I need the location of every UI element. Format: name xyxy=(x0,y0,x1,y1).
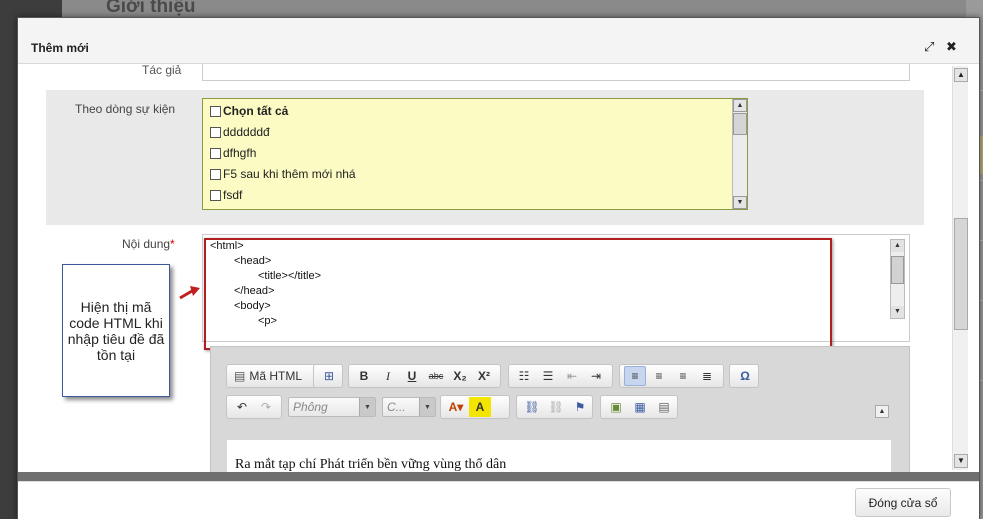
html-source-button[interactable]: ▤ Mã HTML xyxy=(231,366,305,386)
scroll-thumb[interactable] xyxy=(891,256,904,284)
event-item-label: F5 sau khi thêm mới nhá xyxy=(223,167,356,181)
outdent-icon[interactable]: ⇤ xyxy=(561,366,583,386)
toolbar-group-history: ↶ ↷ xyxy=(226,395,282,419)
font-select[interactable]: Phông ▼ xyxy=(288,397,376,417)
scroll-down-icon[interactable]: ▼ xyxy=(954,454,968,468)
toolbar-group-special: Ω xyxy=(729,364,759,388)
subscript-button[interactable]: X₂ xyxy=(449,366,471,386)
scroll-up-icon[interactable]: ▲ xyxy=(954,68,968,82)
events-label: Theo dòng sự kiện xyxy=(75,102,176,116)
size-select-value: C... xyxy=(387,400,406,414)
toolbar-group-align: ≡ ≡ ≡ ≣ xyxy=(619,364,724,388)
scroll-up-icon[interactable]: ▲ xyxy=(733,99,747,112)
event-item[interactable]: ddddddđ xyxy=(210,125,270,139)
add-new-dialog: Thêm mới ⤢ ✖ Tác giả Theo dòng sự kiện C… xyxy=(17,17,980,519)
checkbox[interactable] xyxy=(210,168,221,180)
event-item[interactable]: F5 sau khi thêm mới nhá xyxy=(210,167,356,181)
chevron-down-icon[interactable]: ▼ xyxy=(419,398,435,416)
event-item-select-all[interactable]: Chọn tất cả xyxy=(210,104,288,118)
dialog-body: Tác giả Theo dòng sự kiện Chọn tất cả dd… xyxy=(18,64,979,472)
undo-icon[interactable]: ↶ xyxy=(231,397,253,417)
horizontal-rule-icon[interactable]: ▤ xyxy=(653,397,675,417)
dialog-scrollbar[interactable]: ▲ ▼ xyxy=(952,66,968,470)
link-icon[interactable]: ⛓ xyxy=(521,397,543,417)
event-item-label: fsdf xyxy=(223,188,243,202)
content-label: Nội dung* xyxy=(122,237,175,251)
event-item[interactable]: dfhgfh xyxy=(210,146,256,160)
align-left-icon[interactable]: ≡ xyxy=(624,366,646,386)
align-right-icon[interactable]: ≡ xyxy=(672,366,694,386)
event-item-label: ddddddđ xyxy=(223,125,270,139)
superscript-button[interactable]: X² xyxy=(473,366,495,386)
image-icon[interactable]: ▣ xyxy=(605,397,627,417)
numbered-list-icon[interactable]: ☷ xyxy=(513,366,535,386)
scroll-down-icon[interactable]: ▼ xyxy=(733,196,747,209)
bulleted-list-icon[interactable]: ☰ xyxy=(537,366,559,386)
strikethrough-button[interactable]: abc xyxy=(425,366,447,386)
scroll-up-icon[interactable]: ▲ xyxy=(891,240,904,252)
close-window-button[interactable]: Đóng cửa sổ xyxy=(855,488,951,517)
checkbox[interactable] xyxy=(210,126,221,138)
align-center-icon[interactable]: ≡ xyxy=(648,366,670,386)
toolbar-group-insert: ▣ ▦ ▤ xyxy=(600,395,678,419)
indent-icon[interactable]: ⇥ xyxy=(585,366,607,386)
toolbar-group-lists: ☷ ☰ ⇤ ⇥ xyxy=(508,364,613,388)
redo-icon[interactable]: ↷ xyxy=(255,397,277,417)
annotation-callout: Hiện thị mã code HTML khi nhập tiêu đề đ… xyxy=(62,264,170,397)
editor-content-area[interactable]: Ra mắt tạp chí Phát triển bền vững vùng … xyxy=(227,440,891,472)
overlay-band xyxy=(18,472,979,481)
text-color-icon[interactable]: A▾ xyxy=(445,397,467,417)
events-checkbox-list: Chọn tất cả ddddddđ dfhgfh F5 sau khi th… xyxy=(202,98,748,210)
source-scrollbar[interactable]: ▲ ▼ xyxy=(890,239,905,319)
anchor-flag-icon[interactable]: ⚑ xyxy=(569,397,591,417)
checkbox[interactable] xyxy=(210,147,221,159)
show-blocks-icon[interactable]: ⊞ xyxy=(318,366,340,386)
italic-button[interactable]: I xyxy=(377,366,399,386)
arrow-icon xyxy=(179,286,200,300)
editor-content-text: Ra mắt tạp chí Phát triển bền vững vùng … xyxy=(235,457,507,472)
maximize-icon[interactable]: ⤢ xyxy=(924,40,934,54)
close-icon[interactable]: ✖ xyxy=(946,40,957,54)
event-item-label: Chọn tất cả xyxy=(223,104,289,118)
scroll-down-icon[interactable]: ▼ xyxy=(891,306,904,318)
justify-icon[interactable]: ≣ xyxy=(696,366,718,386)
dialog-footer: Đóng cửa sổ xyxy=(18,481,979,519)
special-char-button[interactable]: Ω xyxy=(734,366,756,386)
font-select-value: Phông xyxy=(293,400,328,414)
unlink-icon[interactable]: ⛓ xyxy=(545,397,567,417)
dialog-title-bar: Thêm mới ⤢ ✖ xyxy=(18,18,979,64)
size-select[interactable]: C... ▼ xyxy=(382,397,436,417)
checkbox[interactable] xyxy=(210,189,221,201)
checkbox[interactable] xyxy=(210,105,221,117)
dialog-title: Thêm mới xyxy=(31,41,89,55)
rich-text-editor: ▤ Mã HTML ⊞ B I U abc X₂ X² ☷ ☰ ⇤ ⇥ ≡ ≡ … xyxy=(210,346,910,472)
highlight-frame xyxy=(204,238,832,350)
underline-button[interactable]: U xyxy=(401,366,423,386)
events-scrollbar[interactable]: ▲ ▼ xyxy=(732,99,747,209)
toolbar-group-colors: A▾ A xyxy=(440,395,510,419)
html-source-label: Mã HTML xyxy=(249,369,303,383)
chevron-down-icon[interactable]: ▼ xyxy=(359,398,375,416)
required-mark: * xyxy=(170,237,175,251)
bold-button[interactable]: B xyxy=(353,366,375,386)
background-heading: Giới thiệu xyxy=(106,0,196,17)
author-label: Tác giả xyxy=(142,64,182,77)
bg-color-icon[interactable]: A xyxy=(469,397,491,417)
table-icon[interactable]: ▦ xyxy=(629,397,651,417)
author-input[interactable] xyxy=(202,64,910,81)
toolbar-group-blocks: ⊞ xyxy=(313,364,343,388)
toolbar-group-basic: B I U abc X₂ X² xyxy=(348,364,501,388)
event-item-label: dfhgfh xyxy=(223,146,257,160)
toolbar-group-links: ⛓ ⛓ ⚑ xyxy=(516,395,593,419)
event-item[interactable]: fsdf xyxy=(210,188,242,202)
scroll-thumb[interactable] xyxy=(733,113,747,135)
scroll-thumb[interactable] xyxy=(954,218,968,330)
collapse-toolbar-icon[interactable]: ▲ xyxy=(875,405,889,418)
document-icon: ▤ xyxy=(234,369,246,383)
